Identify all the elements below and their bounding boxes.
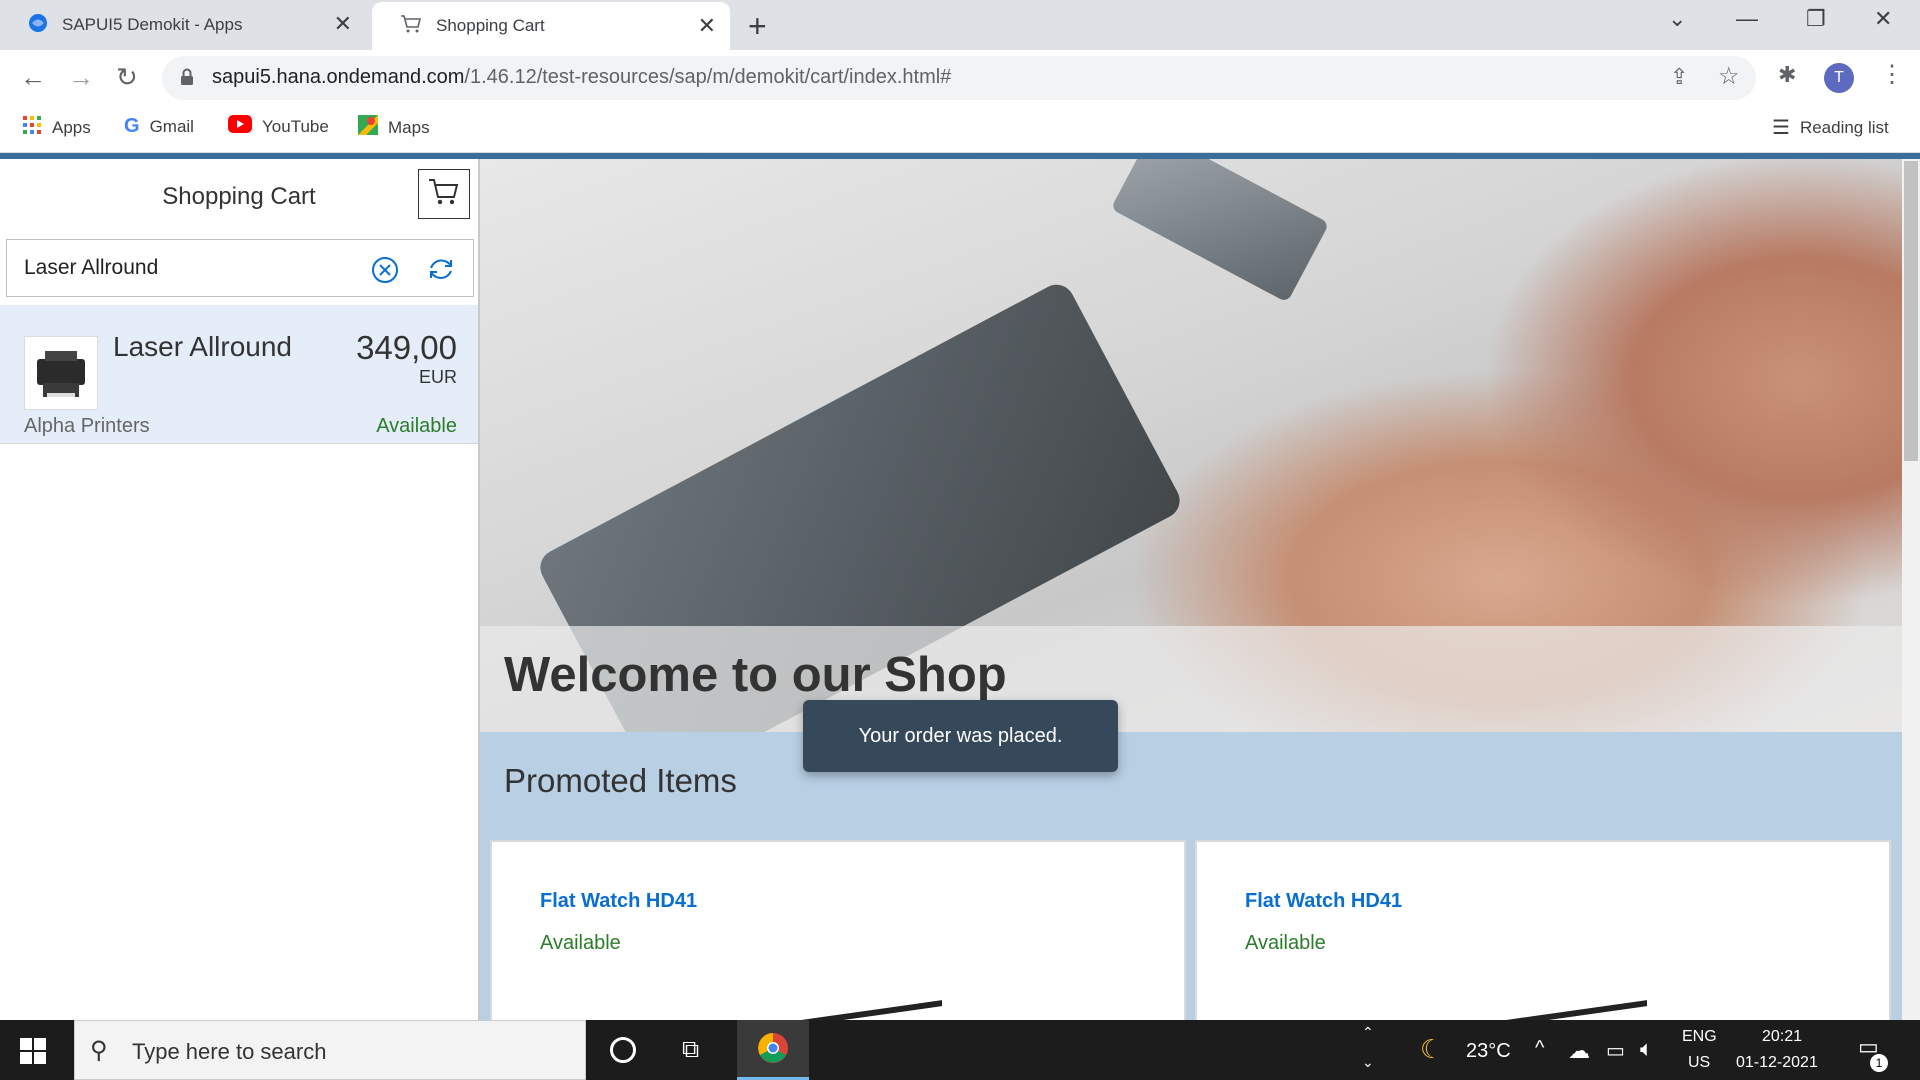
url-text[interactable]: sapui5.hana.ondemand.com/1.46.12/test-re… — [212, 66, 951, 89]
refresh-icon[interactable] — [426, 256, 456, 289]
product-status: Available — [376, 415, 457, 437]
promoted-product-status: Available — [1245, 932, 1326, 954]
bookmark-label: Apps — [52, 117, 91, 137]
welcome-hero-image: Welcome to our Shop — [480, 159, 1902, 732]
printer-thumbnail — [24, 336, 98, 410]
apps-grid-icon — [22, 115, 42, 140]
cart-icon — [428, 177, 460, 212]
reload-icon[interactable]: ↻ — [116, 62, 138, 93]
promoted-card[interactable]: Flat Watch HD41 Available — [1195, 840, 1891, 1020]
close-window-icon[interactable]: ✕ — [1874, 6, 1892, 32]
watch-image — [1507, 1000, 1647, 1020]
taskbar-scroll-up-icon[interactable]: ⌃ — [1362, 1024, 1374, 1041]
product-currency: EUR — [418, 367, 457, 387]
language-top[interactable]: ENG — [1682, 1028, 1717, 1046]
search-input[interactable]: Laser Allround — [24, 256, 158, 280]
tab-search-chevron-icon[interactable]: ⌄ — [1668, 6, 1686, 32]
reading-list-icon: ☰ — [1772, 117, 1790, 139]
product-supplier: Alpha Printers — [24, 415, 150, 437]
bookmark-apps[interactable]: Apps — [22, 115, 91, 140]
bookmark-label: Gmail — [149, 116, 194, 136]
reading-list-button[interactable]: ☰ Reading list — [1772, 115, 1889, 140]
language-bottom[interactable]: US — [1688, 1054, 1710, 1072]
restore-icon[interactable]: ❐ — [1806, 6, 1826, 32]
scrollbar-thumb[interactable] — [1904, 161, 1918, 461]
weather-temp[interactable]: 23°C — [1466, 1040, 1511, 1063]
cortana-icon[interactable] — [610, 1037, 636, 1063]
search-icon: ⚲ — [90, 1037, 108, 1064]
tab-sapui5-demokit[interactable]: SAPUI5 Demokit - Apps ✕ — [0, 0, 366, 50]
url-host: sapui5.hana.ondemand.com — [212, 66, 465, 88]
url-path: /1.46.12/test-resources/sap/m/demokit/ca… — [464, 66, 952, 88]
bookmark-star-icon[interactable]: ☆ — [1718, 62, 1740, 91]
cart-button[interactable] — [418, 169, 470, 219]
promoted-product-status: Available — [540, 932, 621, 954]
watch-image — [802, 1000, 942, 1020]
promoted-product-name[interactable]: Flat Watch HD41 — [1245, 890, 1402, 913]
master-title: Shopping Cart — [162, 183, 316, 210]
onedrive-cloud-icon[interactable]: ☁ — [1568, 1038, 1590, 1064]
windows-start-icon[interactable] — [20, 1038, 46, 1069]
promoted-title: Promoted Items — [504, 762, 737, 799]
bookmark-youtube[interactable]: YouTube — [228, 115, 329, 138]
lock-icon[interactable] — [180, 68, 194, 91]
master-pane: Shopping Cart Laser Allround Laser Allro… — [0, 159, 480, 1020]
menu-kebab-icon[interactable]: ⋮ — [1880, 60, 1904, 89]
close-tab-icon[interactable]: ✕ — [698, 13, 716, 39]
reading-list-label: Reading list — [1799, 117, 1889, 137]
taskbar-scroll-down-icon[interactable]: ⌄ — [1362, 1054, 1374, 1071]
youtube-icon — [228, 115, 252, 138]
taskbar-search-placeholder[interactable]: Type here to search — [132, 1039, 326, 1065]
product-price: 349,00 — [356, 329, 457, 366]
bookmark-label: Maps — [388, 117, 430, 137]
maps-icon — [358, 115, 378, 140]
network-icon[interactable]: ▭ — [1606, 1038, 1625, 1063]
back-icon[interactable]: ← — [20, 62, 46, 93]
extensions-icon[interactable]: ✱ — [1778, 62, 1796, 88]
credit-card-shape — [1110, 159, 1330, 303]
notification-count-badge: 1 — [1870, 1054, 1888, 1072]
moon-weather-icon[interactable]: ☾ — [1420, 1034, 1443, 1065]
chrome-taskbar-button[interactable] — [737, 1020, 809, 1080]
show-hidden-icons-icon[interactable]: ^ — [1535, 1037, 1544, 1060]
new-tab-button[interactable]: + — [748, 8, 767, 45]
tab-title: Shopping Cart — [436, 16, 545, 35]
profile-avatar[interactable]: T — [1824, 63, 1854, 93]
tab-title: SAPUI5 Demokit - Apps — [62, 15, 243, 34]
clock-time[interactable]: 20:21 — [1762, 1028, 1802, 1046]
order-placed-toast: Your order was placed. — [803, 700, 1118, 772]
chrome-icon — [757, 1032, 789, 1069]
web-page: Shopping Cart Laser Allround Laser Allro… — [0, 153, 1920, 1020]
clear-search-icon[interactable] — [371, 256, 399, 289]
clock-date[interactable]: 01-12-2021 — [1736, 1054, 1818, 1072]
volume-icon[interactable]: 🔈︎ — [1640, 1036, 1653, 1062]
bookmark-label: YouTube — [262, 116, 329, 136]
promoted-product-name[interactable]: Flat Watch HD41 — [540, 890, 697, 913]
share-icon[interactable]: ⇪ — [1670, 64, 1688, 90]
tab-shopping-cart[interactable]: Shopping Cart ✕ — [372, 2, 730, 50]
task-view-icon[interactable]: ⧉ — [682, 1036, 699, 1064]
minimize-icon[interactable]: — — [1736, 6, 1758, 32]
cart-icon — [400, 14, 422, 39]
product-name: Laser Allround — [113, 331, 293, 362]
welcome-title: Welcome to our Shop — [504, 648, 1007, 702]
bookmark-gmail[interactable]: G Gmail — [124, 115, 194, 138]
sap-globe-icon — [28, 13, 48, 38]
bookmark-maps[interactable]: Maps — [358, 115, 430, 140]
google-icon: G — [124, 115, 140, 137]
forward-icon[interactable]: → — [68, 62, 94, 93]
promoted-card[interactable]: Flat Watch HD41 Available — [490, 840, 1186, 1020]
promoted-section: Promoted Items Flat Watch HD41 Available… — [480, 732, 1902, 1020]
close-tab-icon[interactable]: ✕ — [334, 11, 352, 37]
